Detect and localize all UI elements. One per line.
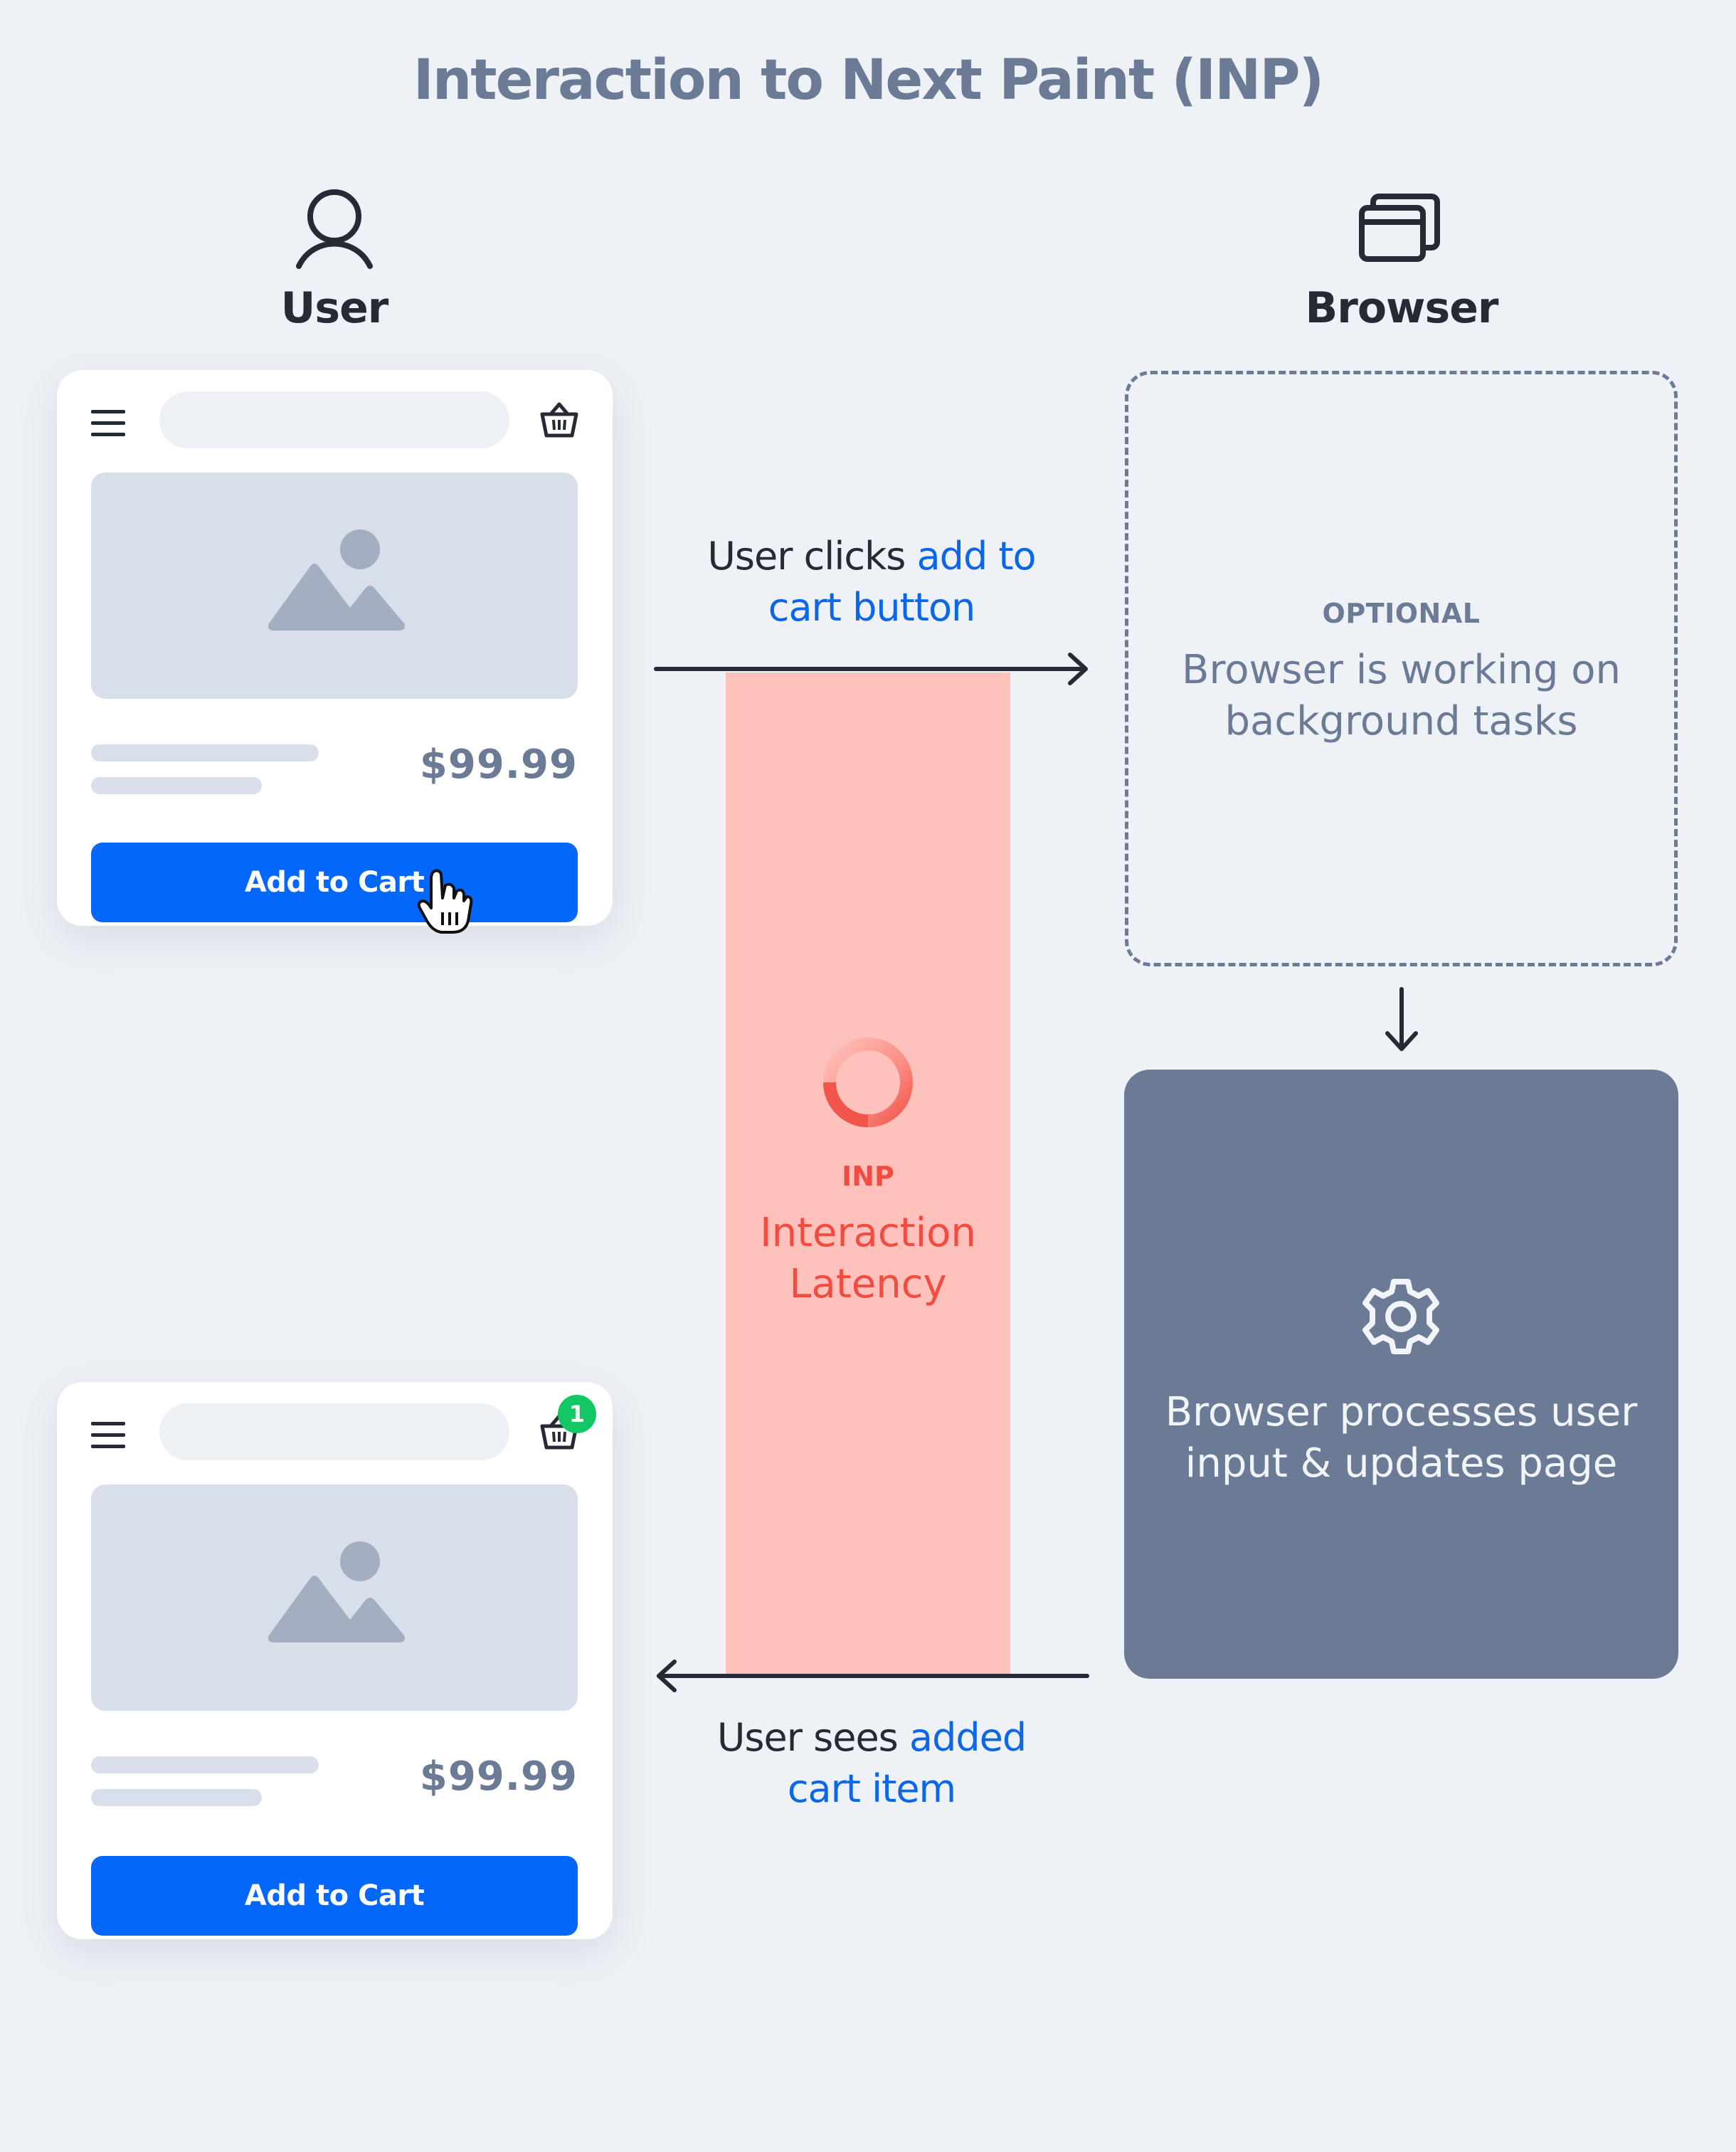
caption-highlight-line2: cart item [787,1766,956,1811]
add-to-cart-button[interactable]: Add to Cart [91,1856,578,1936]
product-price: $99.99 [419,1753,578,1800]
background-tasks-line2: background tasks [1224,698,1578,744]
hamburger-menu-icon[interactable] [91,410,125,436]
search-bar[interactable] [159,391,509,448]
product-image-placeholder [91,473,578,699]
latency-title-line2: Latency [789,1261,947,1307]
image-icon [268,1541,405,1642]
search-bar[interactable] [159,1403,509,1460]
browser-windows-icon [1359,192,1444,263]
left-arrow-icon [657,1660,1089,1692]
subtitle-placeholder-line [91,777,262,794]
title-placeholder-line [91,744,319,761]
browser-processing-box: Browser processes user input & updates p… [1124,1070,1678,1679]
hamburger-menu-icon[interactable] [91,1422,125,1448]
product-card-before: $99.99 Add to Cart [57,370,613,934]
right-arrow-icon [654,653,1088,685]
background-tasks-line1: Browser is working on [1182,647,1621,693]
product-card-after: 1 $99.99 Add to Cart [57,1382,613,1939]
caption-highlight: add to [916,534,1037,579]
product-price: $99.99 [419,742,578,788]
loading-spinner-icon [822,1037,914,1128]
user-sees-caption: User sees added cart item [640,1712,1103,1815]
caption-highlight-line2: cart button [768,585,975,630]
process-text-line2: input & updates page [1185,1440,1618,1487]
user-label: User [280,283,389,333]
product-image-placeholder [91,1484,578,1711]
diagram-title: Interaction to Next Paint (INP) [413,48,1325,112]
down-arrow-icon [1385,987,1418,1051]
cart-basket-icon[interactable] [538,399,581,438]
interaction-latency-bar: INP Interaction Latency [726,672,1010,1676]
caption-prefix: User sees [716,1715,909,1760]
inp-tag: INP [842,1161,894,1192]
caption-prefix: User clicks [707,534,917,579]
title-placeholder-line [91,1756,319,1773]
subtitle-placeholder-line [91,1789,262,1806]
process-text-line1: Browser processes user [1165,1389,1638,1435]
browser-label: Browser [1305,283,1499,333]
cart-count-badge: 1 [558,1395,596,1433]
add-to-cart-button[interactable]: Add to Cart [91,843,578,922]
image-icon [268,529,405,631]
optional-tag: OPTIONAL [1322,598,1481,629]
gear-icon [1360,1276,1441,1357]
hand-pointer-icon [417,867,474,935]
optional-background-tasks-box: OPTIONAL Browser is working on backgroun… [1125,371,1678,966]
caption-highlight: added [909,1715,1027,1760]
latency-title-line1: Interaction [760,1210,976,1256]
user-clicks-caption: User clicks add to cart button [640,531,1103,633]
user-icon [285,186,384,272]
